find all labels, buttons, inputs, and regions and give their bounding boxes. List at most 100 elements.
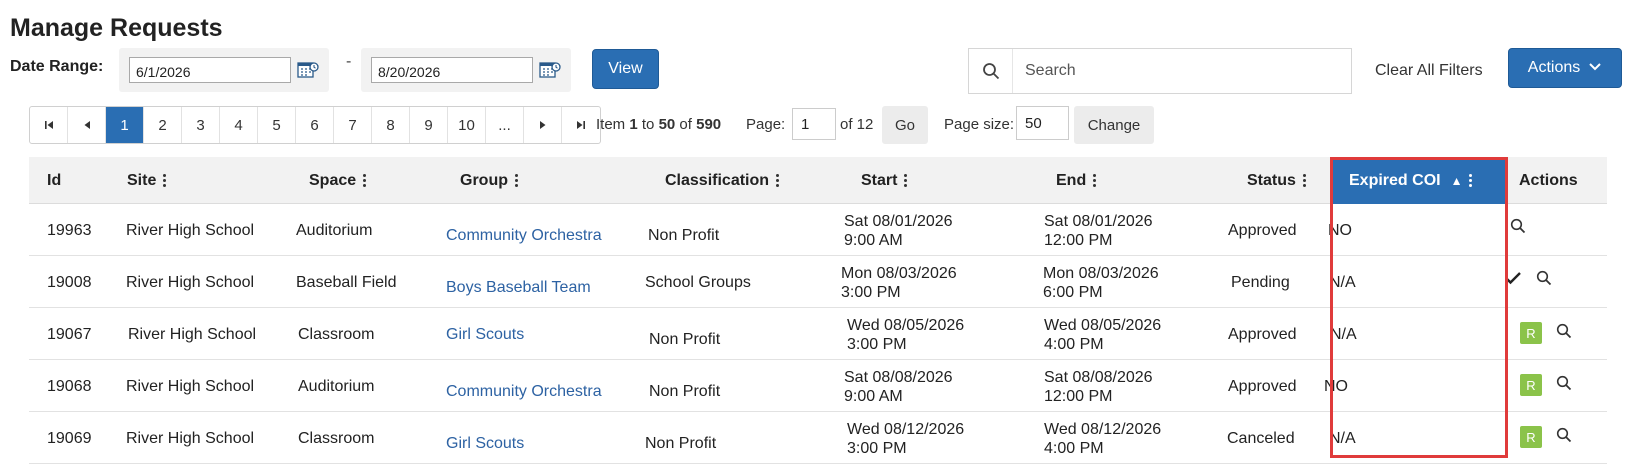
start-date: Wed 08/12/2026 [847,421,965,438]
column-header-id[interactable]: Id [47,157,61,204]
next-page-icon [539,121,545,129]
cell-space: Baseball Field [296,274,397,291]
row-actions: R [1520,426,1572,448]
item-to-word: to [641,116,655,133]
clear-all-filters-link[interactable]: Clear All Filters [1375,62,1483,80]
column-header-end[interactable]: End [1056,157,1097,204]
cell-space: Auditorium [296,222,373,239]
approve-check-icon[interactable] [1504,270,1522,291]
page-button-2[interactable]: 2 [144,107,182,143]
page-title: Manage Requests [10,14,223,42]
column-header-group[interactable]: Group [460,157,519,204]
previous-page-button[interactable] [68,107,106,143]
cell-expired-coi: NO [1324,378,1348,395]
page-button-8[interactable]: 8 [372,107,410,143]
item-to: 50 [658,116,676,133]
last-page-button[interactable] [562,107,600,143]
column-header-expired-coi[interactable]: Expired COI ▲ [1333,157,1505,204]
next-page-button[interactable] [524,107,562,143]
cell-group-link[interactable]: Girl Scouts [446,325,524,344]
cell-classification: Non Profit [649,383,721,400]
cell-group-link[interactable]: Girl Scouts [446,434,524,453]
view-details-icon[interactable] [1536,270,1552,291]
go-button[interactable]: Go [882,106,928,144]
column-header-classification[interactable]: Classification [665,157,780,204]
page-button-5[interactable]: 5 [258,107,296,143]
page-size-input[interactable] [1016,106,1069,140]
page-button-9[interactable]: 9 [410,107,448,143]
page-button-6[interactable]: 6 [296,107,334,143]
column-menu-icon[interactable] [1302,172,1307,189]
page-number-input[interactable] [792,108,836,140]
column-menu-icon[interactable] [163,172,167,189]
view-button[interactable]: View [592,49,659,89]
end-date: Wed 08/05/2026 [1044,317,1162,334]
end-time: 12:00 PM [1044,232,1113,249]
r-badge-button[interactable]: R [1520,374,1542,396]
column-menu-icon[interactable] [1469,172,1473,189]
column-menu-icon[interactable] [776,172,780,189]
cell-expired-coi: NO [1328,222,1352,239]
cell-status: Approved [1228,222,1297,239]
page-button-1[interactable]: 1 [106,107,144,143]
page-button-10[interactable]: 10 [448,107,486,143]
column-header-start[interactable]: Start [861,157,908,204]
actions-dropdown-button[interactable]: Actions [1508,48,1622,88]
column-header-space[interactable]: Space [309,157,367,204]
item-total: 590 [696,116,722,133]
search-icon [969,49,1013,93]
cell-site: River High School [128,326,257,343]
page-count: of 12 [840,116,874,133]
column-header-status[interactable]: Status [1247,157,1307,204]
cell-id: 19963 [47,222,92,239]
page-button-more[interactable]: ... [486,107,524,143]
first-page-icon [44,121,53,129]
column-title: End [1056,171,1087,189]
column-header-site[interactable]: Site [127,157,167,204]
cell-id: 19069 [47,430,92,447]
table-row: 19068 River High School Auditorium Commu… [29,360,1607,412]
column-menu-icon[interactable] [363,172,367,189]
cell-end: Sat 08/01/2026 12:00 PM [1044,212,1153,250]
cell-group-link[interactable]: Community Orchestra [446,382,602,401]
column-title: Expired COI [1349,171,1441,189]
cell-site: River High School [126,378,255,395]
column-title: Id [47,171,62,189]
first-page-button[interactable] [30,107,68,143]
column-menu-icon[interactable] [1093,172,1097,189]
column-menu-icon[interactable] [904,172,908,189]
calendar-icon[interactable] [297,60,319,80]
sort-ascending-icon: ▲ [1450,173,1463,188]
calendar-icon[interactable] [539,60,561,80]
view-details-icon[interactable] [1510,218,1526,239]
cell-end: Wed 08/05/2026 4:00 PM [1044,316,1161,354]
cell-group-link[interactable]: Community Orchestra [446,226,602,245]
page-button-7[interactable]: 7 [334,107,372,143]
page-button-4[interactable]: 4 [220,107,258,143]
row-actions [1504,270,1552,291]
r-badge-button[interactable]: R [1520,322,1542,344]
start-date: Sat 08/08/2026 [844,369,953,386]
cell-start: Wed 08/12/2026 3:00 PM [847,420,964,458]
start-time: 3:00 PM [847,440,907,457]
chevron-down-icon [1588,59,1602,77]
cell-group-link[interactable]: Boys Baseball Team [446,278,591,297]
start-date-input[interactable] [129,57,291,83]
end-date-input[interactable] [371,57,533,83]
end-date: Mon 08/03/2026 [1043,265,1159,282]
r-badge-button[interactable]: R [1520,426,1542,448]
item-range-info: Item 1 to 50 of 590 [596,116,721,133]
cell-classification: Non Profit [648,227,720,244]
column-header-actions: Actions [1519,157,1578,204]
end-date: Wed 08/12/2026 [1044,421,1162,438]
change-page-size-button[interactable]: Change [1074,106,1154,144]
view-details-icon[interactable] [1556,323,1572,344]
column-menu-icon[interactable] [515,172,519,189]
end-time: 4:00 PM [1044,336,1104,353]
cell-start: Mon 08/03/2026 3:00 PM [841,264,957,302]
view-details-icon[interactable] [1556,427,1572,448]
search-input[interactable] [1013,51,1351,91]
page-button-3[interactable]: 3 [182,107,220,143]
cell-status: Approved [1228,326,1297,343]
view-details-icon[interactable] [1556,375,1572,396]
